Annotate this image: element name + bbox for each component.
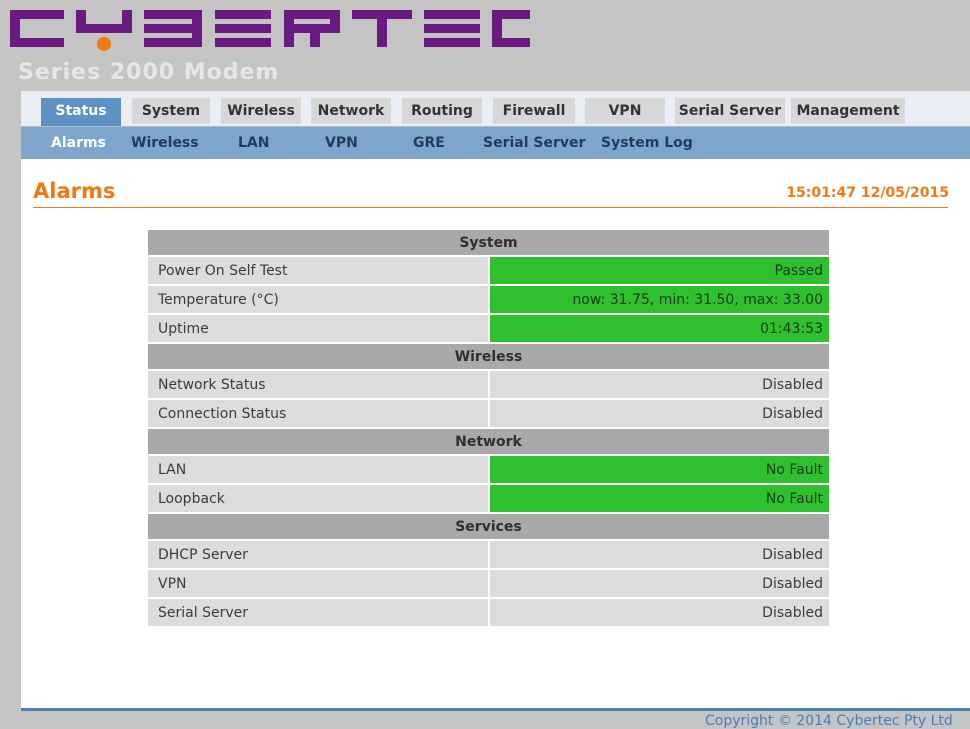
copyright-text: Copyright © 2014 Cybertec Pty Ltd (705, 713, 953, 729)
sub-nav: Alarms Wireless LAN VPN GRE Serial Serve… (21, 127, 970, 159)
tab-status[interactable]: Status (41, 98, 121, 126)
alarm-row: Temperature (°C) now: 31.75, min: 31.50,… (146, 284, 831, 315)
alarm-label: Loopback (146, 483, 490, 514)
alarm-row: Serial Server Disabled (146, 597, 831, 628)
alarm-value: now: 31.75, min: 31.50, max: 33.00 (487, 284, 831, 315)
alarm-row: Network Status Disabled (146, 369, 831, 400)
section-header-row: System (146, 228, 831, 257)
cybertec-logo: Series 2000 Modem (10, 10, 540, 90)
section-header-row: Network (146, 427, 831, 456)
tab-network[interactable]: Network (311, 98, 391, 124)
alarm-row: Connection Status Disabled (146, 398, 831, 429)
logo-wordmark (10, 10, 530, 51)
alarm-row: VPN Disabled (146, 568, 831, 599)
alarm-label: VPN (146, 568, 490, 599)
alarm-value: No Fault (487, 483, 831, 514)
alarm-label: LAN (146, 454, 490, 485)
alarm-value: Disabled (487, 369, 831, 400)
alarm-value: Disabled (487, 398, 831, 429)
page-title: Alarms (33, 179, 116, 203)
alarm-value: Disabled (487, 539, 831, 570)
alarm-value: Disabled (487, 568, 831, 599)
alarm-label: Serial Server (146, 597, 490, 628)
main-nav: Status System Wireless Network Routing F… (21, 91, 970, 127)
alarm-label: Power On Self Test (146, 255, 490, 286)
alarms-table: System Power On Self Test Passed Tempera… (146, 228, 831, 628)
alarm-value: Passed (487, 255, 831, 286)
section-title: Services (146, 512, 831, 541)
tab-wireless[interactable]: Wireless (221, 98, 301, 124)
subtab-vpn[interactable]: VPN (325, 133, 358, 153)
alarm-row: Uptime 01:43:53 (146, 313, 831, 344)
alarm-label: Temperature (°C) (146, 284, 490, 315)
alarm-label: Uptime (146, 313, 490, 344)
section-title: Network (146, 427, 831, 456)
tab-firewall[interactable]: Firewall (493, 98, 575, 124)
tab-serial-server[interactable]: Serial Server (675, 98, 785, 124)
section-header-row: Wireless (146, 342, 831, 371)
alarm-row: Power On Self Test Passed (146, 255, 831, 286)
section-title: Wireless (146, 342, 831, 371)
title-divider (33, 207, 948, 208)
section-title: System (146, 228, 831, 257)
subtab-lan[interactable]: LAN (238, 133, 269, 153)
alarm-label: Network Status (146, 369, 490, 400)
alarm-value: No Fault (487, 454, 831, 485)
alarm-value: Disabled (487, 597, 831, 628)
tab-management[interactable]: Management (791, 98, 905, 124)
tab-vpn[interactable]: VPN (585, 98, 665, 124)
alarm-value: 01:43:53 (487, 313, 831, 344)
subtab-serial-server[interactable]: Serial Server (483, 133, 585, 153)
alarm-row: DHCP Server Disabled (146, 539, 831, 570)
subtab-gre[interactable]: GRE (413, 133, 445, 153)
subtab-system-log[interactable]: System Log (601, 133, 693, 153)
tab-routing[interactable]: Routing (402, 98, 482, 124)
section-header-row: Services (146, 512, 831, 541)
alarm-label: DHCP Server (146, 539, 490, 570)
subtab-alarms[interactable]: Alarms (51, 133, 106, 153)
alarm-label: Connection Status (146, 398, 490, 429)
product-name: Series 2000 Modem (18, 60, 280, 85)
main-panel: Status System Wireless Network Routing F… (21, 91, 970, 711)
subtab-wireless[interactable]: Wireless (131, 133, 199, 153)
current-timestamp: 15:01:47 12/05/2015 (786, 185, 949, 201)
tab-system[interactable]: System (132, 98, 210, 124)
alarm-row: Loopback No Fault (146, 483, 831, 514)
alarm-row: LAN No Fault (146, 454, 831, 485)
